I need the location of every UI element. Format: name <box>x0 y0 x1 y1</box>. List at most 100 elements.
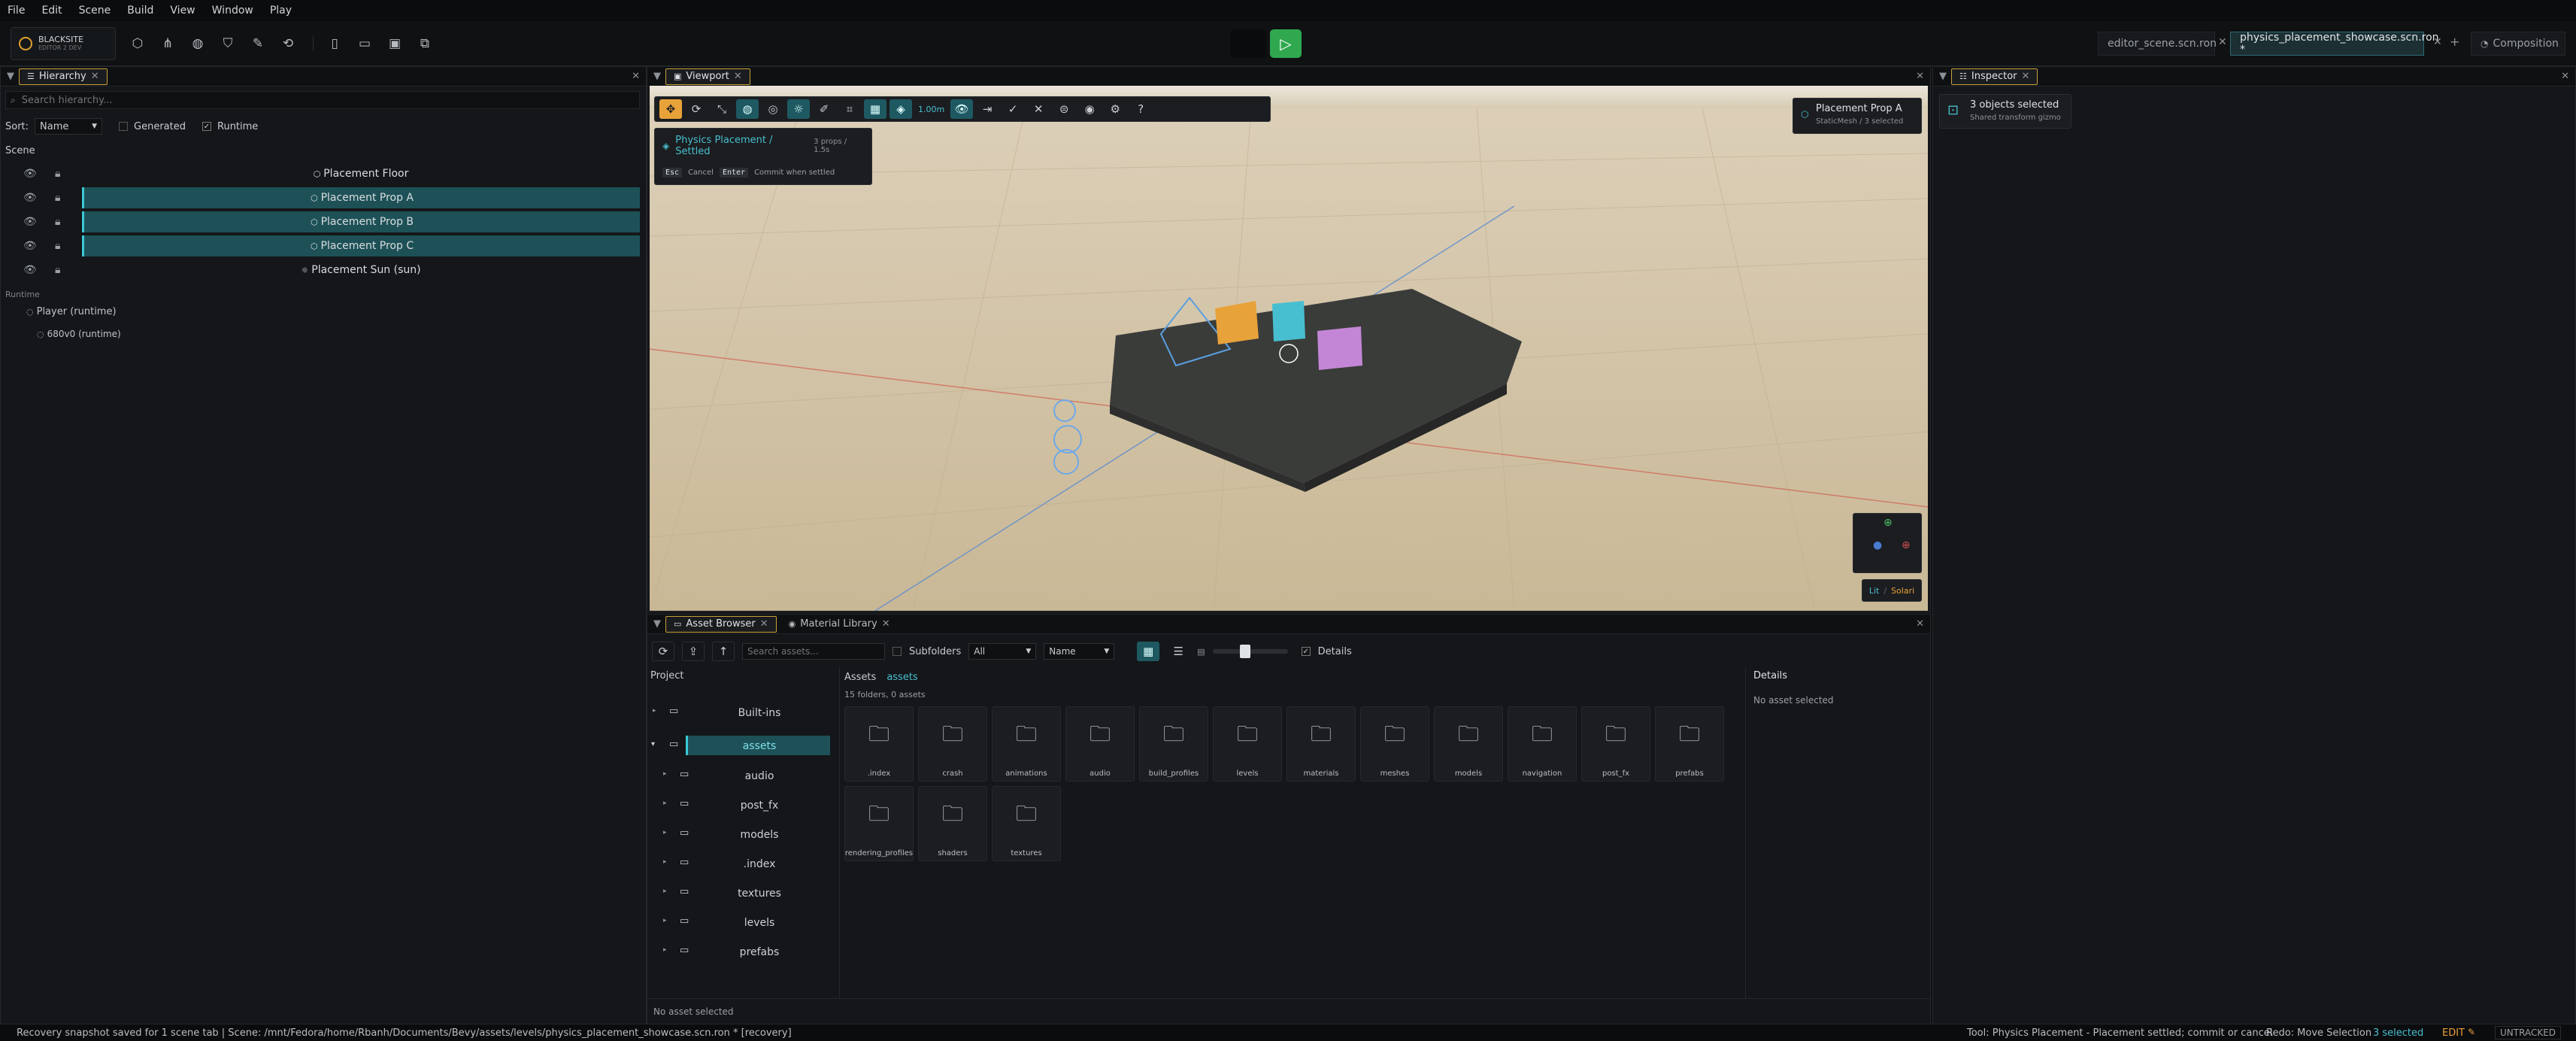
tree-row-post-fx[interactable]: ▸ ▭ post_fx <box>647 792 835 821</box>
chevron-down-icon[interactable]: ▾ <box>651 740 655 748</box>
close-icon[interactable]: ✕ <box>882 618 890 630</box>
render-mode-switch[interactable]: Lit / Solari <box>1862 579 1922 602</box>
viewport-3d[interactable]: ✥ ⟳ ⤡ ◍ ◎ ☼ ✐ ⌗ ▦ ◈ 1.00m 👁 ⇥ ✓ ✕ ⊜ ◉ ⚙ … <box>650 86 1928 611</box>
grid-snap-icon[interactable]: ▦ <box>864 99 886 119</box>
tree-row-textures[interactable]: ▸ ▭ textures <box>647 880 835 909</box>
tree-row-models[interactable]: ▸ ▭ models <box>647 821 835 850</box>
hierarchy-row-prop-a[interactable]: 👁 🔒︎ ⬡ Placement Prop A <box>1 187 640 210</box>
asset-folder[interactable]: 🗀 post_fx <box>1581 706 1650 782</box>
hierarchy-row-sun[interactable]: 👁 🔒︎ ☼ Placement Sun (sun) <box>1 259 640 282</box>
subfolders-checkbox[interactable] <box>893 647 902 656</box>
menu-play[interactable]: Play <box>270 5 292 17</box>
expand-icon[interactable]: ▸ <box>663 888 667 895</box>
lock-icon[interactable]: 🔒︎ <box>55 168 60 180</box>
panel-menu-icon[interactable]: ▼ <box>7 71 14 82</box>
runtime-item-player[interactable]: ◌ Player (runtime) <box>26 306 117 317</box>
save-icon[interactable]: ▣ <box>382 31 408 56</box>
eye-icon[interactable]: 👁 <box>23 168 37 180</box>
eye-icon[interactable]: 👁 <box>23 192 37 204</box>
details-checkbox[interactable]: ✓ <box>1301 647 1311 656</box>
asset-folder[interactable]: 🗀 navigation <box>1508 706 1577 782</box>
asset-folder[interactable]: 🗀 meshes <box>1360 706 1429 782</box>
menu-file[interactable]: File <box>8 5 25 17</box>
list-view-icon[interactable]: ☰ <box>1167 642 1190 661</box>
tree-row-assets[interactable]: ▾ ▭ assets <box>647 733 835 761</box>
expand-icon[interactable]: ▸ <box>663 800 667 807</box>
asset-search-input[interactable] <box>742 643 885 660</box>
new-file-icon[interactable]: ▯ <box>322 31 347 56</box>
close-icon[interactable]: ✕ <box>2561 71 2569 82</box>
asset-folder[interactable]: 🗀 crash <box>918 706 987 782</box>
select-tool-icon[interactable]: ✥ <box>659 99 682 119</box>
copy-icon[interactable]: ⧉ <box>412 31 438 56</box>
close-icon[interactable]: ✕ <box>734 71 742 82</box>
hierarchy-row-floor[interactable]: 👁 🔒︎ ⬡ Placement Floor <box>1 163 640 186</box>
composition-button[interactable]: ◔ Composition <box>2471 32 2565 56</box>
hierarchy-search-input[interactable] <box>21 94 623 106</box>
lock-icon[interactable]: 🔒︎ <box>55 216 60 228</box>
breadcrumb-current[interactable]: assets <box>886 672 917 683</box>
add-tab-icon[interactable]: + <box>2450 35 2459 49</box>
menu-window[interactable]: Window <box>212 5 253 17</box>
rotate-tool-icon[interactable]: ⟳ <box>685 99 708 119</box>
hierarchy-search[interactable]: ⌕ <box>5 91 640 109</box>
eye-icon[interactable]: 👁 <box>23 264 37 276</box>
close-icon[interactable]: ✕ <box>1916 618 1924 630</box>
close-icon[interactable]: ✕ <box>632 71 640 82</box>
sort-select[interactable]: Name ▼ <box>35 118 103 135</box>
lock-icon[interactable]: 🔒︎ <box>55 240 60 252</box>
tab-viewport[interactable]: ▣ Viewport ✕ <box>665 68 750 85</box>
runtime-item-entity[interactable]: ◌ 680v0 (runtime) <box>37 329 121 339</box>
runtime-checkbox[interactable]: ✓ <box>202 122 211 131</box>
menu-edit[interactable]: Edit <box>41 5 62 17</box>
close-icon[interactable]: ✕ <box>760 618 768 630</box>
tree-row-builtins[interactable]: ▸ ▭ Built-ins <box>647 700 835 728</box>
doc-tab-editor-scene[interactable]: editor_scene.scn.ron <box>2098 32 2217 56</box>
grid-view-icon[interactable]: ▦ <box>1137 642 1160 661</box>
tab-asset-browser[interactable]: ▭ Asset Browser ✕ <box>665 615 777 633</box>
asset-folder[interactable]: 🗀 levels <box>1213 706 1282 782</box>
asset-folder[interactable]: 🗀 models <box>1434 706 1503 782</box>
tree-row-audio[interactable]: ▸ ▭ audio <box>647 763 835 791</box>
brush-icon[interactable]: ✐ <box>813 99 835 119</box>
panel-menu-icon[interactable]: ▼ <box>1939 71 1947 82</box>
settings-icon[interactable]: ⚙ <box>1104 99 1126 119</box>
thumbnail-size-slider[interactable] <box>1212 645 1288 658</box>
commit-icon[interactable]: ✓ <box>1002 99 1024 119</box>
open-folder-icon[interactable]: ▭ <box>352 31 377 56</box>
doc-tab-physics-placement[interactable]: physics_placement_showcase.scn.ron * <box>2230 32 2439 56</box>
panel-menu-icon[interactable]: ▼ <box>653 71 661 82</box>
cube-icon[interactable]: ⬡ <box>125 31 150 56</box>
asset-folder[interactable]: 🗀 .index <box>844 706 914 782</box>
generated-checkbox[interactable] <box>119 122 129 131</box>
asset-folder[interactable]: 🗀 build_profiles <box>1139 706 1208 782</box>
hierarchy-icon[interactable]: ⋔ <box>155 31 180 56</box>
axis-gizmo[interactable]: ⊕ ● ⊕ <box>1853 513 1922 573</box>
hierarchy-row-prop-b[interactable]: 👁 🔒︎ ⬡ Placement Prop B <box>1 211 640 234</box>
import-icon[interactable]: ⇪ <box>682 642 705 661</box>
panel-menu-icon[interactable]: ▼ <box>653 618 661 630</box>
help-icon[interactable]: ? <box>1129 99 1152 119</box>
bounds-icon[interactable]: ⌗ <box>838 99 861 119</box>
asset-folder[interactable]: 🗀 rendering_profiles <box>844 786 914 861</box>
close-icon[interactable]: ✕ <box>2218 36 2227 48</box>
lock-icon[interactable]: 🔒︎ <box>55 192 60 204</box>
tree-row-levels[interactable]: ▸ ▭ levels <box>647 909 835 938</box>
expand-icon[interactable]: ▸ <box>663 858 667 866</box>
up-folder-icon[interactable]: ↑ <box>712 642 735 661</box>
expand-icon[interactable]: ▸ <box>663 946 667 954</box>
eye-icon[interactable]: 👁 <box>23 240 37 252</box>
camera-icon[interactable]: ◉ <box>1078 99 1101 119</box>
cancel-icon[interactable]: ✕ <box>1027 99 1050 119</box>
solari-label[interactable]: Solari <box>1891 586 1914 596</box>
shield-icon[interactable]: ⛉ <box>215 31 241 56</box>
lock-icon[interactable]: 🔒︎ <box>55 264 60 276</box>
asset-folder[interactable]: 🗀 animations <box>992 706 1061 782</box>
close-icon[interactable]: ✕ <box>91 71 99 82</box>
lit-label[interactable]: Lit <box>1869 586 1880 596</box>
expand-icon[interactable]: ▸ <box>663 829 667 836</box>
visibility-icon[interactable]: 👁 <box>950 99 974 119</box>
physics-placement-icon[interactable]: ⇥ <box>976 99 999 119</box>
globe-icon[interactable]: ◍ <box>185 31 211 56</box>
physics-icon[interactable]: ◈ <box>889 99 912 119</box>
